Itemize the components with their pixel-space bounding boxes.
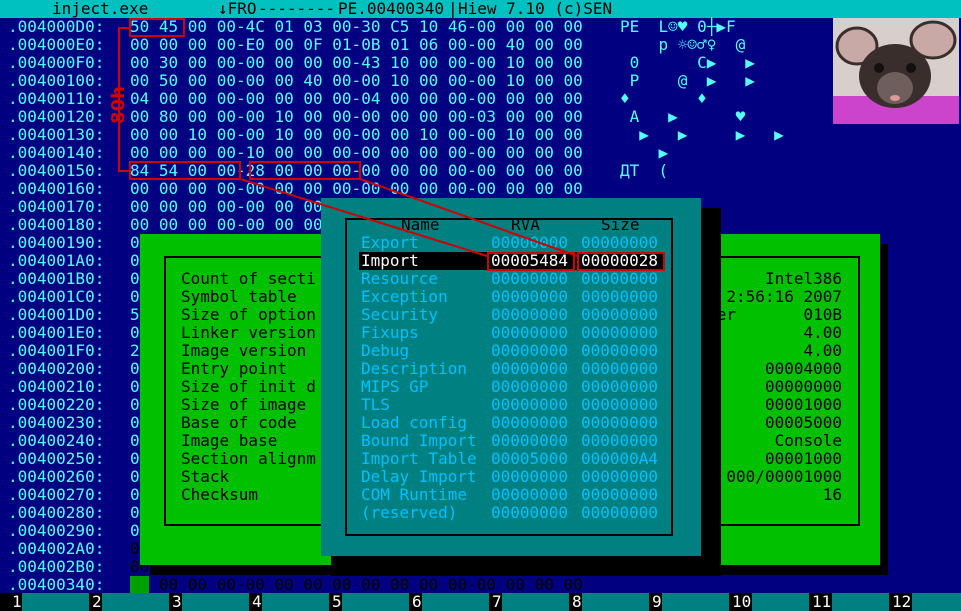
- function-key-7[interactable]: 7: [492, 593, 572, 611]
- function-key-number: 12: [892, 592, 912, 611]
- function-key-5[interactable]: 5: [332, 593, 412, 611]
- function-key-number: 2: [92, 592, 102, 611]
- function-key-label: [182, 593, 249, 611]
- function-key-label: [422, 593, 489, 611]
- function-key-label: [102, 593, 169, 611]
- function-key-number: 5: [332, 592, 342, 611]
- rva-connector: [239, 178, 488, 257]
- function-key-label: [832, 593, 889, 611]
- function-key-4[interactable]: 4: [252, 593, 332, 611]
- function-key-number: 11: [812, 592, 832, 611]
- function-key-3[interactable]: 3: [172, 593, 252, 611]
- function-key-label: [502, 593, 569, 611]
- function-key-label: [342, 593, 409, 611]
- function-key-label: [582, 593, 649, 611]
- function-key-12[interactable]: 12: [892, 593, 961, 611]
- function-key-10[interactable]: 10: [732, 593, 812, 611]
- function-key-label: [662, 593, 729, 611]
- function-key-number: 6: [412, 592, 422, 611]
- function-key-number: 8: [572, 592, 582, 611]
- function-key-number: 9: [652, 592, 662, 611]
- function-key-6[interactable]: 6: [412, 593, 492, 611]
- function-key-9[interactable]: 9: [652, 593, 732, 611]
- function-key-8[interactable]: 8: [572, 593, 652, 611]
- annotation-connectors: [239, 178, 578, 257]
- function-key-label: [22, 593, 89, 611]
- size-connector: [359, 178, 578, 257]
- function-key-label: [752, 593, 809, 611]
- function-key-number: 7: [492, 592, 502, 611]
- function-key-1[interactable]: 1: [12, 593, 92, 611]
- function-key-number: 10: [732, 592, 752, 611]
- function-key-label: [262, 593, 329, 611]
- function-key-11[interactable]: 11: [812, 593, 892, 611]
- function-key-2[interactable]: 2: [92, 593, 172, 611]
- function-key-label: [912, 593, 961, 611]
- function-key-number: 3: [172, 592, 182, 611]
- function-key-bar: 1 2 3 4 5 6 7 8 9 10 11 12: [0, 593, 961, 611]
- function-key-number: 1: [12, 592, 22, 611]
- function-key-number: 4: [252, 592, 262, 611]
